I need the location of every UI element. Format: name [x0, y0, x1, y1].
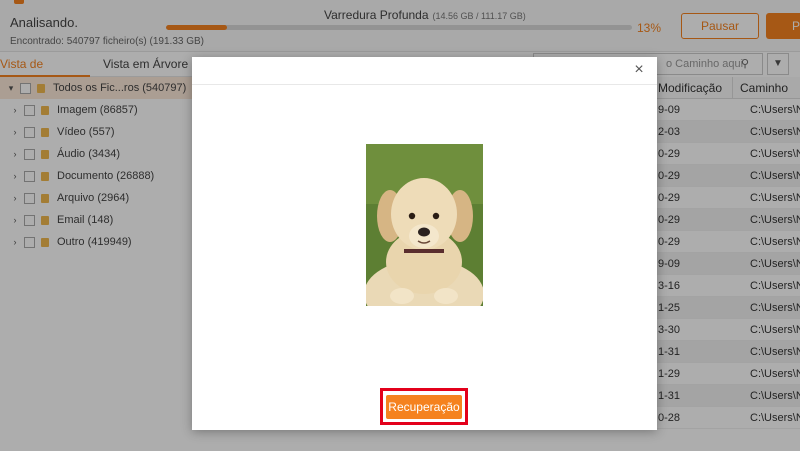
recover-button-highlight: Recuperação	[380, 388, 468, 425]
close-icon[interactable]: ×	[631, 62, 647, 78]
preview-dialog: × Recuperação	[192, 57, 657, 430]
recover-button[interactable]: Recuperação	[386, 395, 462, 419]
preview-image	[366, 144, 483, 306]
puppy-image	[366, 144, 483, 306]
dialog-header: ×	[192, 57, 657, 85]
